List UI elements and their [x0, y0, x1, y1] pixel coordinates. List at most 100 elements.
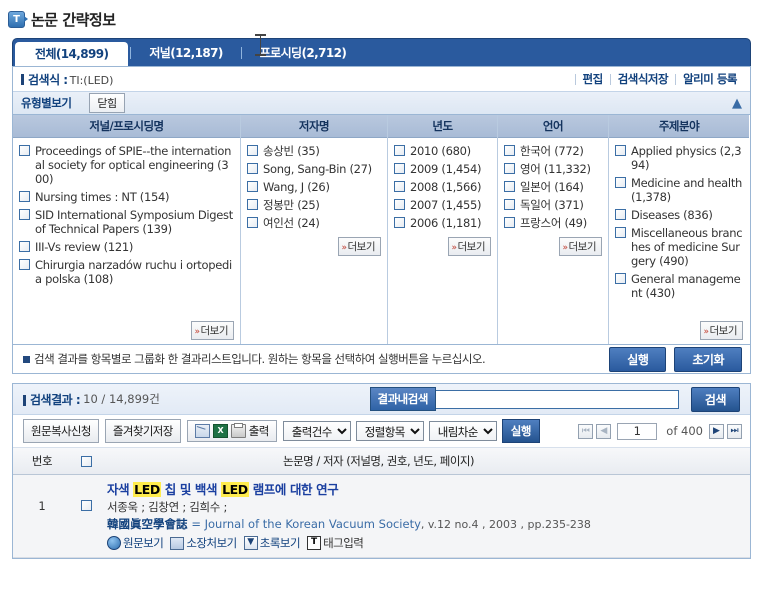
facet-reset-button[interactable]: 초기화 [674, 346, 742, 372]
facet-label[interactable]: General management (430) [631, 272, 743, 300]
facet-item[interactable]: 일본어 (164) [504, 180, 602, 194]
facet-checkbox[interactable] [504, 145, 515, 156]
bookmark-save-button[interactable]: 즐겨찾기저장 [104, 419, 181, 443]
facet-checkbox[interactable] [615, 145, 626, 156]
tab-proceeding[interactable]: 프로시딩(2,712) [244, 40, 363, 66]
tag-input-link[interactable]: T 태그입력 [307, 535, 364, 551]
holdings-link[interactable]: 소장처보기 [170, 535, 237, 551]
more-button-language[interactable]: »더보기 [558, 237, 602, 256]
sort-field-select[interactable]: 정렬항목 [355, 421, 424, 441]
facet-item[interactable]: 독일어 (371) [504, 198, 602, 212]
output-count-select[interactable]: 출력건수 [282, 421, 351, 441]
facet-label[interactable]: 2006 (1,181) [410, 216, 482, 230]
facet-label[interactable]: 프랑스어 (49) [520, 216, 587, 230]
facet-checkbox[interactable] [615, 177, 626, 188]
facet-label[interactable]: Miscellaneous branches of medicine Surge… [631, 226, 743, 268]
facet-item[interactable]: 여인선 (24) [247, 216, 381, 230]
facet-item[interactable]: 프랑스어 (49) [504, 216, 602, 230]
facet-label[interactable]: Medicine and health (1,378) [631, 176, 743, 204]
row-checkbox[interactable] [81, 500, 92, 511]
facet-item[interactable]: Chirurgia narzadów ruchu i ortopedia pol… [19, 258, 234, 286]
facet-item[interactable]: 영어 (11,332) [504, 162, 602, 176]
facet-checkbox[interactable] [394, 217, 405, 228]
facet-label[interactable]: III-Vs review (121) [35, 240, 133, 254]
copy-request-button[interactable]: 원문복사신청 [23, 419, 99, 443]
prev-page-button[interactable]: ◀ [596, 423, 612, 439]
facet-checkbox[interactable] [19, 191, 30, 202]
facet-label[interactable]: 2007 (1,455) [410, 198, 482, 212]
facet-checkbox[interactable] [19, 209, 30, 220]
facet-label[interactable]: 영어 (11,332) [520, 162, 591, 176]
facet-item[interactable]: III-Vs review (121) [19, 240, 234, 254]
facet-label[interactable]: 정봉만 (25) [263, 198, 320, 212]
facet-label[interactable]: Diseases (836) [631, 208, 713, 222]
facet-label[interactable]: Applied physics (2,394) [631, 144, 743, 172]
more-button-author[interactable]: »더보기 [337, 237, 381, 256]
facet-checkbox[interactable] [19, 259, 30, 270]
facet-item[interactable]: Diseases (836) [615, 208, 743, 222]
facet-label[interactable]: Wang, J (26) [263, 180, 330, 194]
facet-checkbox[interactable] [247, 163, 258, 174]
search-in-results-button[interactable]: 결과내검색 [369, 387, 436, 411]
search-in-results-input[interactable] [435, 389, 679, 409]
facet-label[interactable]: Song, Sang-Bin (27) [263, 162, 372, 176]
first-page-button[interactable]: ⏮ [578, 423, 594, 439]
facet-item[interactable]: Miscellaneous branches of medicine Surge… [615, 226, 743, 268]
facet-checkbox[interactable] [504, 199, 515, 210]
more-button-year[interactable]: »더보기 [447, 237, 491, 256]
facet-label[interactable]: 2009 (1,454) [410, 162, 482, 176]
more-button-journal[interactable]: »더보기 [190, 321, 234, 340]
facet-checkbox[interactable] [615, 273, 626, 284]
facet-item[interactable]: 송상빈 (35) [247, 144, 381, 158]
alert-register-link[interactable]: 알리미 등록 [676, 71, 744, 87]
facet-label[interactable]: 한국어 (772) [520, 144, 584, 158]
facet-item[interactable]: 2006 (1,181) [394, 216, 491, 230]
facet-item[interactable]: 2007 (1,455) [394, 198, 491, 212]
facet-checkbox[interactable] [394, 199, 405, 210]
facet-item[interactable]: 2008 (1,566) [394, 180, 491, 194]
facet-label[interactable]: Chirurgia narzadów ruchu i ortopedia pol… [35, 258, 234, 286]
facet-checkbox[interactable] [247, 217, 258, 228]
facet-checkbox[interactable] [504, 181, 515, 192]
facet-item[interactable]: Applied physics (2,394) [615, 144, 743, 172]
facet-checkbox[interactable] [247, 199, 258, 210]
facet-label[interactable]: Proceedings of SPIE--the international s… [35, 144, 234, 186]
tab-journal[interactable]: 저널(12,187) [133, 40, 238, 66]
edit-link[interactable]: 편집 [576, 71, 610, 87]
source-title-en[interactable]: = Journal of the Korean Vacuum Society [191, 517, 421, 531]
more-button-subject[interactable]: »더보기 [699, 321, 743, 340]
facet-label[interactable]: 2008 (1,566) [410, 180, 482, 194]
facet-checkbox[interactable] [394, 163, 405, 174]
abstract-link[interactable]: ▼ 초록보기 [243, 535, 301, 551]
last-page-button[interactable]: ⏭ [727, 423, 742, 439]
tab-all[interactable]: 전체(14,899) [15, 42, 129, 66]
next-page-button[interactable]: ▶ [709, 423, 724, 439]
facet-item[interactable]: Song, Sang-Bin (27) [247, 162, 381, 176]
facet-item[interactable]: Wang, J (26) [247, 180, 381, 194]
facet-item[interactable]: Nursing times : NT (154) [19, 190, 234, 204]
page-number-input[interactable] [617, 422, 658, 440]
select-all-checkbox[interactable] [81, 456, 92, 467]
toolbar-run-button[interactable]: 실행 [501, 419, 540, 443]
facet-checkbox[interactable] [19, 145, 30, 156]
facet-checkbox[interactable] [247, 145, 258, 156]
facet-item[interactable]: Medicine and health (1,378) [615, 176, 743, 204]
facet-item[interactable]: 한국어 (772) [504, 144, 602, 158]
facet-item[interactable]: Proceedings of SPIE--the international s… [19, 144, 234, 186]
search-button[interactable]: 검색 [690, 386, 740, 412]
facet-item[interactable]: General management (430) [615, 272, 743, 300]
facet-label[interactable]: 2010 (680) [410, 144, 471, 158]
facet-label[interactable]: 여인선 (24) [263, 216, 320, 230]
facet-checkbox[interactable] [19, 241, 30, 252]
chevron-up-icon[interactable]: ▲ [732, 97, 744, 110]
facet-checkbox[interactable] [247, 181, 258, 192]
record-title[interactable]: 자색 LED 칩 및 백색 LED 램프에 대한 연구 [107, 481, 742, 498]
facet-checkbox[interactable] [504, 217, 515, 228]
source-title-kr[interactable]: 韓國眞空學會誌 [107, 517, 188, 531]
facet-checkbox[interactable] [504, 163, 515, 174]
facet-item[interactable]: 2010 (680) [394, 144, 491, 158]
facet-checkbox[interactable] [615, 209, 626, 220]
fulltext-link[interactable]: 원문보기 [107, 535, 164, 551]
facet-run-button[interactable]: 실행 [609, 346, 667, 372]
facet-label[interactable]: SID International Symposium Digest of Te… [35, 208, 234, 236]
